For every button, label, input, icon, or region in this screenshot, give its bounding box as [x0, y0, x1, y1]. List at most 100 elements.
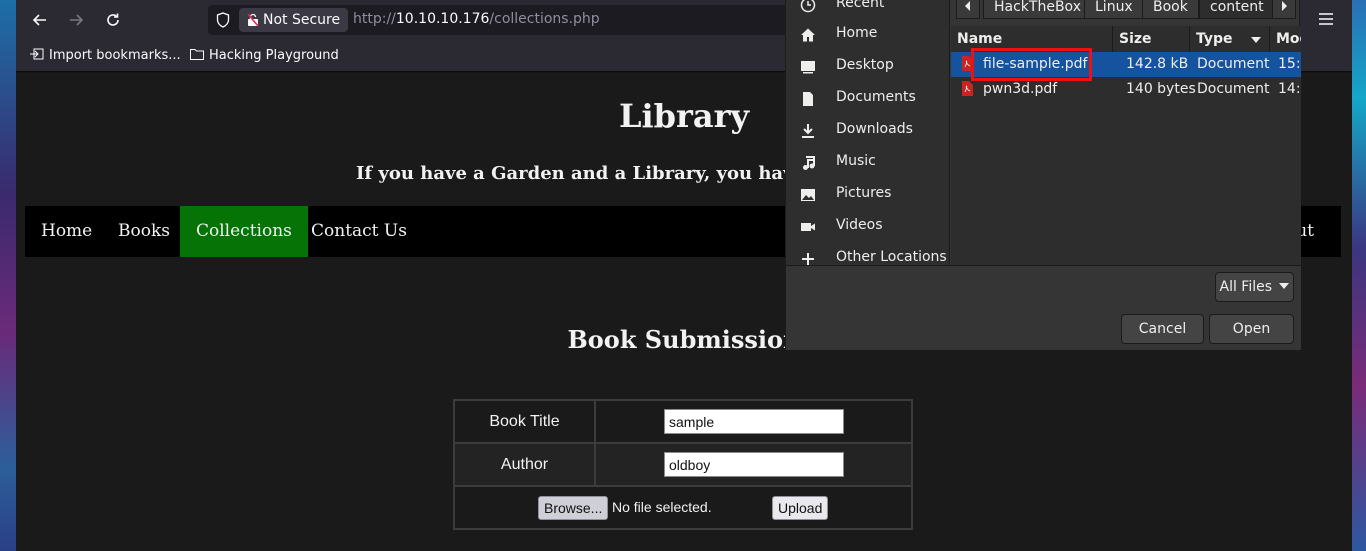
place-desktop-label: Desktop — [836, 57, 894, 73]
upload-cell: Browse... No file selected. Upload — [453, 485, 913, 530]
author-cell — [594, 442, 913, 487]
file-type: Document — [1197, 81, 1270, 97]
file-size: 142.8 kB — [1126, 56, 1189, 72]
place-other-locations-label: Other Locations — [836, 249, 947, 265]
place-home-label: Home — [836, 25, 878, 41]
path-crumb-hackthebox[interactable]: HackTheBox — [983, 0, 1092, 19]
browse-button[interactable]: Browse... — [538, 496, 609, 520]
place-documents[interactable]: Documents — [786, 83, 949, 115]
column-type[interactable]: Type — [1190, 26, 1270, 52]
column-size[interactable]: Size — [1113, 26, 1190, 52]
music-note-icon — [803, 156, 815, 170]
desktop-wallpaper-left — [0, 0, 16, 551]
form-row-upload: Browse... No file selected. Upload — [453, 485, 913, 530]
file-row[interactable]: file-sample.pdf 142.8 kB Document 15: — [951, 48, 1301, 81]
book-title-cell — [594, 399, 913, 444]
pdf-file-icon — [962, 81, 973, 96]
bookmark-hacking-playground[interactable]: Hacking Playground — [190, 48, 339, 63]
file-modified: 15: — [1278, 56, 1301, 72]
arrow-left-icon — [32, 14, 46, 26]
place-videos-label: Videos — [836, 217, 883, 233]
form-row-title: Book Title — [453, 399, 913, 444]
import-icon — [30, 48, 44, 60]
open-button[interactable]: Open — [1209, 314, 1294, 344]
place-music[interactable]: Music — [786, 147, 949, 179]
chevron-down-icon — [1279, 283, 1290, 289]
plus-icon — [802, 253, 814, 265]
chevron-left-icon — [965, 1, 970, 11]
path-scroll-right-button[interactable] — [1272, 0, 1296, 19]
path-crumb-linux[interactable]: Linux — [1084, 0, 1144, 19]
path-bar: HackTheBox Linux Book content — [956, 0, 1301, 19]
place-other-locations[interactable]: Other Locations — [786, 243, 949, 265]
file-modified: 14: — [1278, 81, 1301, 97]
url-bar[interactable]: Not Secure http://10.10.10.176/collectio… — [208, 5, 848, 35]
place-videos[interactable]: Videos — [786, 211, 949, 243]
dialog-footer: All Files Cancel Open — [786, 265, 1301, 350]
file-name: file-sample.pdf — [983, 56, 1088, 72]
book-title-input[interactable] — [664, 409, 844, 434]
file-list: Name Size Type Mod file-sample.pdf 142.8… — [951, 26, 1301, 265]
forward-button[interactable] — [64, 8, 88, 32]
site-tagline: If you have a Garden and a Library, you … — [356, 163, 806, 184]
url-prefix: http:// — [353, 11, 396, 27]
nav-contact-us[interactable]: Contact Us — [295, 206, 423, 257]
book-title-label: Book Title — [453, 399, 596, 444]
bookmark-import[interactable]: Import bookmarks... — [30, 48, 181, 63]
place-music-label: Music — [836, 153, 876, 169]
clock-icon — [800, 0, 816, 13]
arrow-right-icon — [70, 14, 84, 26]
url-text[interactable]: http://10.10.10.176/collections.php — [353, 11, 600, 27]
not-secure-badge[interactable]: Not Secure — [239, 8, 349, 32]
file-status: No file selected. — [612, 499, 712, 515]
document-icon — [803, 92, 813, 106]
column-modified[interactable]: Mod — [1270, 26, 1301, 52]
reload-button[interactable] — [101, 8, 125, 32]
bookmark-hacking-playground-label: Hacking Playground — [209, 48, 339, 63]
place-documents-label: Documents — [836, 89, 916, 105]
place-recent[interactable]: Recent — [786, 0, 949, 21]
broken-lock-icon — [247, 13, 259, 27]
author-input[interactable] — [664, 452, 844, 477]
nav-collections[interactable]: Collections — [180, 206, 308, 257]
hamburger-menu-button[interactable] — [1316, 10, 1336, 30]
path-crumb-book[interactable]: Book — [1142, 0, 1199, 19]
place-pictures[interactable]: Pictures — [786, 179, 949, 211]
shield-icon[interactable] — [216, 12, 230, 28]
nav-home[interactable]: Home — [25, 206, 108, 257]
back-button[interactable] — [28, 8, 52, 32]
picture-icon — [801, 189, 815, 201]
path-scroll-left-button[interactable] — [956, 0, 980, 19]
bookmark-import-label: Import bookmarks... — [49, 48, 181, 63]
column-type-label: Type — [1196, 31, 1233, 47]
file-size: 140 bytes — [1126, 81, 1196, 97]
file-row[interactable]: pwn3d.pdf 140 bytes Document 14: — [951, 77, 1301, 102]
place-downloads-label: Downloads — [836, 121, 913, 137]
home-icon — [801, 28, 815, 42]
place-home[interactable]: Home — [786, 19, 949, 51]
nav-books[interactable]: Books — [102, 206, 186, 257]
author-label: Author — [453, 442, 596, 487]
cancel-button[interactable]: Cancel — [1121, 314, 1204, 344]
hamburger-icon — [1319, 13, 1333, 25]
book-submission-form: Book Title Author Browse... No file sele… — [453, 399, 913, 530]
place-downloads[interactable]: Downloads — [786, 115, 949, 147]
not-secure-label: Not Secure — [263, 12, 341, 28]
file-type: Document — [1197, 56, 1270, 72]
path-crumb-content[interactable]: content — [1199, 0, 1275, 19]
chevron-right-icon — [1282, 1, 1287, 11]
place-desktop[interactable]: Desktop — [786, 51, 949, 83]
place-recent-label: Recent — [836, 0, 885, 11]
file-name: pwn3d.pdf — [983, 81, 1058, 97]
desktop-wallpaper-right — [1352, 0, 1366, 551]
form-row-author: Author — [453, 442, 913, 487]
file-filter-dropdown[interactable]: All Files — [1215, 272, 1294, 302]
file-chooser-dialog: Recent Home Desktop Documents Downloads … — [785, 0, 1301, 350]
upload-button[interactable]: Upload — [772, 496, 829, 520]
desktop-icon — [801, 61, 815, 74]
place-pictures-label: Pictures — [836, 185, 892, 201]
sort-down-icon — [1251, 37, 1261, 43]
url-path: /collections.php — [489, 11, 600, 27]
folder-icon — [190, 49, 204, 60]
video-camera-icon — [801, 223, 815, 231]
